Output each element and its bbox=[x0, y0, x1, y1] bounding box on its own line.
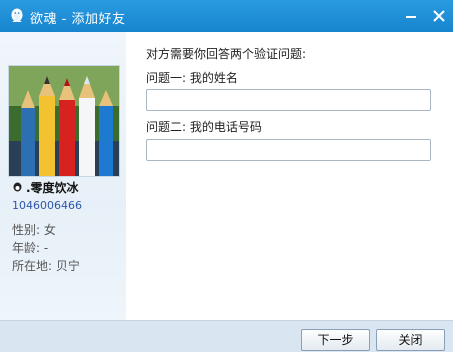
question2-answer-input[interactable] bbox=[146, 139, 431, 161]
nickname-text: .零度饮冰 bbox=[26, 181, 79, 195]
nickname: .零度饮冰 bbox=[12, 179, 79, 196]
title-bar: 欲魂 - 添加好友 bbox=[0, 0, 453, 32]
minimize-button[interactable] bbox=[402, 7, 420, 25]
location-info: 所在地: 贝宁 bbox=[12, 259, 80, 273]
profile-sidebar: .零度饮冰 1046006466 性别: 女 年龄: - 所在地: 贝宁 bbox=[0, 32, 126, 320]
avatar bbox=[8, 65, 120, 177]
question2-label: 问题二: 我的电话号码 bbox=[146, 120, 262, 134]
qq-status-icon bbox=[13, 182, 22, 192]
next-step-button[interactable]: 下一步 bbox=[301, 329, 370, 351]
verification-prompt: 对方需要你回答两个验证问题: bbox=[146, 47, 307, 61]
minimize-icon bbox=[406, 16, 416, 18]
avatar-image bbox=[9, 66, 119, 176]
verification-form: 对方需要你回答两个验证问题: 问题一: 我的姓名 问题二: 我的电话号码 bbox=[126, 32, 453, 320]
close-button[interactable]: 关闭 bbox=[376, 329, 445, 351]
button-bar: 下一步 关闭 bbox=[0, 320, 453, 352]
close-icon bbox=[433, 10, 445, 22]
close-window-button[interactable] bbox=[430, 7, 448, 25]
window-title: 欲魂 - 添加好友 bbox=[30, 12, 126, 27]
gender-info: 性别: 女 bbox=[12, 223, 56, 237]
question1-answer-input[interactable] bbox=[146, 89, 431, 111]
question1-label: 问题一: 我的姓名 bbox=[146, 71, 238, 85]
qq-number: 1046006466 bbox=[12, 199, 82, 212]
age-info: 年龄: - bbox=[12, 241, 49, 255]
qq-penguin-icon bbox=[11, 8, 23, 22]
